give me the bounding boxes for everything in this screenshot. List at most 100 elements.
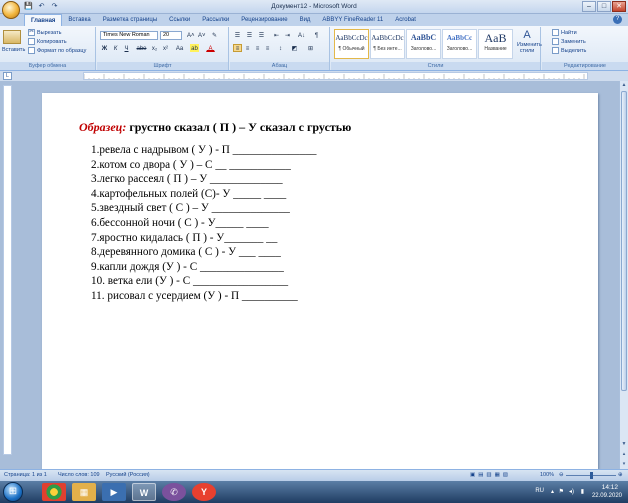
- tab-view[interactable]: Вид: [294, 14, 317, 26]
- chrome-icon[interactable]: [42, 483, 66, 501]
- shading-icon[interactable]: ◩: [290, 44, 299, 52]
- paste-button[interactable]: Вставить: [2, 46, 25, 54]
- style-normal[interactable]: AaBbCcDc ¶ Обычный: [334, 29, 369, 59]
- find-button[interactable]: Найти: [552, 29, 577, 37]
- style-heading-2[interactable]: AaBbCc Заголово...: [442, 29, 477, 59]
- maximize-button[interactable]: □: [597, 1, 611, 12]
- language-indicator-tray[interactable]: RU: [535, 488, 544, 494]
- vertical-scrollbar[interactable]: ▲ ▼ ▴ ▾: [619, 81, 628, 469]
- align-right-icon[interactable]: ≡: [253, 44, 262, 52]
- page-count[interactable]: Страница: 1 из 1: [4, 470, 47, 481]
- highlight-icon[interactable]: ab: [190, 44, 199, 52]
- viber-icon[interactable]: ✆: [162, 483, 186, 501]
- style-heading-1[interactable]: AaBbC Заголово...: [406, 29, 441, 59]
- clipboard-group-label: Буфер обмена: [0, 62, 95, 70]
- cut-button[interactable]: ✂ Вырезать: [28, 29, 61, 37]
- media-player-icon[interactable]: ▶: [102, 483, 126, 501]
- bold-button[interactable]: Ж: [100, 44, 109, 52]
- help-icon[interactable]: ?: [613, 15, 622, 24]
- volume-icon[interactable]: ◂): [569, 488, 574, 495]
- tab-review[interactable]: Рецензирование: [235, 14, 293, 26]
- clear-format-icon[interactable]: ✎: [210, 31, 219, 39]
- clock-date[interactable]: 22.09.2020: [592, 493, 622, 499]
- align-center-icon[interactable]: ≡: [243, 44, 252, 52]
- borders-icon[interactable]: ⊞: [306, 44, 315, 52]
- subscript-button[interactable]: x₂: [150, 44, 159, 52]
- zoom-out-icon[interactable]: ⊖: [559, 470, 564, 481]
- zoom-slider-knob[interactable]: [590, 472, 593, 479]
- tab-home[interactable]: Главная: [24, 14, 63, 26]
- show-marks-icon[interactable]: ¶: [312, 31, 321, 39]
- change-styles-button[interactable]: A Изменить стили: [517, 29, 542, 59]
- tab-insert[interactable]: Вставка: [62, 14, 96, 26]
- scroll-up-icon[interactable]: ▲: [620, 81, 628, 90]
- tab-acrobat[interactable]: Acrobat: [389, 14, 422, 26]
- scroll-down-icon[interactable]: ▼: [620, 440, 628, 449]
- next-page-icon[interactable]: ▾: [620, 460, 628, 469]
- zoom-level[interactable]: 100%: [540, 470, 554, 481]
- close-button[interactable]: ✕: [612, 1, 626, 12]
- select-button[interactable]: Выделить: [552, 47, 586, 55]
- multilevel-list-icon[interactable]: ☰: [257, 31, 266, 39]
- select-icon: [552, 47, 559, 55]
- underline-button[interactable]: Ч: [122, 44, 131, 52]
- styles-group: AaBbCcDc ¶ Обычный AaBbCcDc ¶ Без инте..…: [331, 27, 542, 70]
- change-case-button[interactable]: Aa: [174, 44, 185, 52]
- word-icon[interactable]: W: [132, 483, 156, 501]
- horizontal-ruler[interactable]: [83, 72, 588, 80]
- tab-page-layout[interactable]: Разметка страницы: [97, 14, 163, 26]
- style-name: Заголово...: [410, 46, 437, 52]
- view-buttons[interactable]: ▣▤▥▦▧: [470, 470, 511, 481]
- document-page[interactable]: Образец: грустно сказал ( П ) – У сказал…: [42, 93, 598, 469]
- network-icon[interactable]: ▮: [581, 488, 584, 495]
- grow-font-icon[interactable]: A˄: [186, 31, 195, 39]
- office-button[interactable]: [2, 1, 20, 19]
- zoom-in-icon[interactable]: ⊕: [618, 470, 623, 481]
- line-spacing-icon[interactable]: ↕: [276, 44, 285, 52]
- justify-icon[interactable]: ≡: [263, 44, 272, 52]
- increase-indent-icon[interactable]: ⇥: [283, 31, 292, 39]
- start-button[interactable]: ⊞: [3, 482, 23, 502]
- tab-references[interactable]: Ссылки: [163, 14, 196, 26]
- language-indicator[interactable]: Русский (Россия): [106, 470, 150, 481]
- style-name: Название: [484, 46, 507, 52]
- font-name-combo[interactable]: Times New Roman: [100, 31, 158, 40]
- superscript-button[interactable]: x²: [161, 44, 170, 52]
- list-item: 11. рисовал с усердием (У ) - П ________…: [91, 289, 298, 302]
- sort-icon[interactable]: A↓: [296, 31, 307, 39]
- show-hidden-icon[interactable]: ▴: [551, 488, 554, 495]
- clock-time[interactable]: 14:12: [602, 484, 618, 491]
- shrink-font-icon[interactable]: A˅: [197, 31, 206, 39]
- format-painter-button[interactable]: Формат по образцу: [28, 47, 86, 55]
- decrease-indent-icon[interactable]: ⇤: [272, 31, 281, 39]
- italic-button[interactable]: К: [111, 44, 120, 52]
- strikethrough-button[interactable]: abe: [135, 44, 148, 52]
- ribbon-tabs: Главная Вставка Разметка страницы Ссылки…: [0, 14, 628, 26]
- yandex-browser-icon[interactable]: Y: [192, 483, 216, 501]
- align-left-icon[interactable]: ≡: [233, 44, 242, 52]
- word-count[interactable]: Число слов: 109: [58, 470, 100, 481]
- tab-abbyy[interactable]: ABBYY FineReader 11: [316, 14, 389, 26]
- scroll-thumb[interactable]: [621, 91, 627, 391]
- paste-icon[interactable]: [3, 30, 21, 44]
- tab-mailings[interactable]: Рассылки: [196, 14, 235, 26]
- explorer-icon[interactable]: ▦: [72, 483, 96, 501]
- style-title[interactable]: AaB Название: [478, 29, 513, 59]
- font-group-label: Шрифт: [97, 62, 228, 70]
- list-item: 7.яростно кидалась ( П ) - У_______ __: [91, 231, 278, 244]
- numbering-icon[interactable]: ☰: [245, 31, 254, 39]
- bullets-icon[interactable]: ☰: [233, 31, 242, 39]
- prev-page-icon[interactable]: ▴: [620, 450, 628, 459]
- style-name: ¶ Без инте...: [373, 46, 402, 52]
- replace-button[interactable]: Заменить: [552, 38, 586, 46]
- copy-button[interactable]: Копировать: [28, 38, 67, 46]
- style-no-spacing[interactable]: AaBbCcDc ¶ Без инте...: [370, 29, 405, 59]
- minimize-button[interactable]: –: [582, 1, 596, 12]
- tab-selector[interactable]: L: [3, 72, 12, 80]
- font-color-icon[interactable]: A: [206, 44, 215, 52]
- format-painter-label: Формат по образцу: [37, 48, 87, 54]
- vertical-ruler[interactable]: [3, 85, 12, 455]
- font-size-combo[interactable]: 20: [160, 31, 182, 40]
- replace-icon: [552, 38, 559, 46]
- flag-icon[interactable]: ⚑: [559, 488, 564, 495]
